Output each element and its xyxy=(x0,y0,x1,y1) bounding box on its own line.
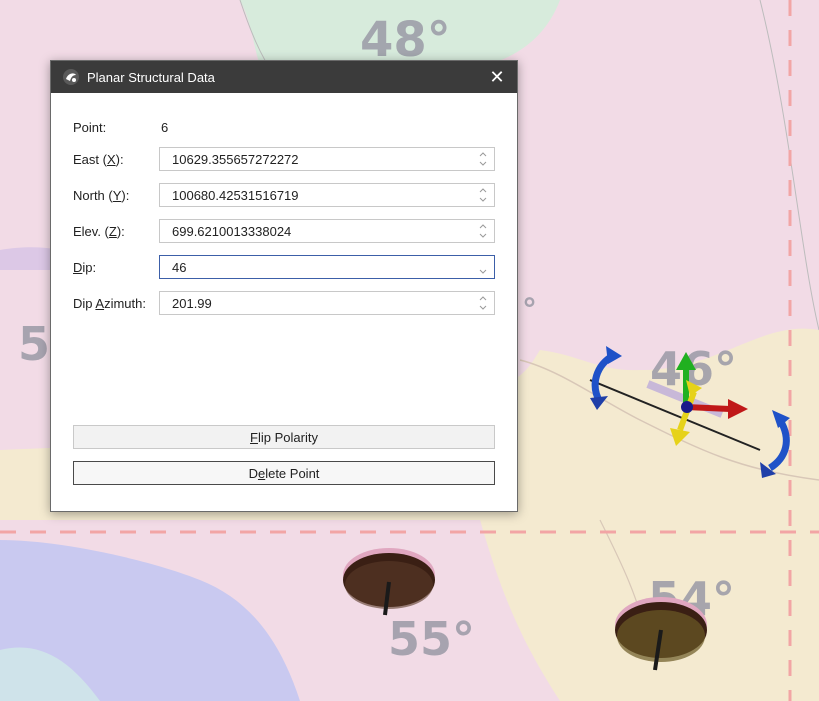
dip-azimuth-label: Dip Azimuth: xyxy=(73,295,146,311)
dip-field[interactable] xyxy=(159,255,495,279)
elev-row: Elev. (Z): xyxy=(73,219,495,243)
elev-input[interactable] xyxy=(160,221,476,241)
north-label: North (Y): xyxy=(73,187,130,203)
app-logo-icon xyxy=(63,69,79,85)
dip-label: ° xyxy=(522,293,537,328)
flip-polarity-button[interactable]: Flip Polarity xyxy=(73,425,495,449)
dip-azimuth-input[interactable] xyxy=(160,293,476,313)
east-input[interactable] xyxy=(160,149,476,169)
north-row: North (Y): xyxy=(73,183,495,207)
dip-azimuth-row: Dip Azimuth: xyxy=(73,291,495,315)
gizmo-center-icon[interactable] xyxy=(681,401,693,413)
spin-arrows-icon[interactable] xyxy=(478,186,488,204)
north-input[interactable] xyxy=(160,185,476,205)
point-label: Point: xyxy=(73,119,107,135)
elev-field[interactable] xyxy=(159,219,495,243)
point-value: 6 xyxy=(161,119,169,135)
dialog-titlebar[interactable]: Planar Structural Data ✕ xyxy=(51,61,517,93)
east-field[interactable] xyxy=(159,147,495,171)
dip-label: 55° xyxy=(388,612,475,666)
planar-structural-data-dialog: Planar Structural Data ✕ Point: 6 East (… xyxy=(50,60,518,512)
east-spinner[interactable] xyxy=(478,150,488,168)
elev-label: Elev. (Z): xyxy=(73,223,125,239)
delete-point-button[interactable]: De lete Point xyxy=(73,461,495,485)
spin-down-arrow-icon[interactable] xyxy=(478,258,488,276)
dip-azimuth-field[interactable] xyxy=(159,291,495,315)
dip-row: Dip: xyxy=(73,255,495,279)
spin-arrows-icon[interactable] xyxy=(478,150,488,168)
point-row: Point: 6 xyxy=(73,115,495,139)
dip-input[interactable] xyxy=(160,257,476,277)
north-field[interactable] xyxy=(159,183,495,207)
east-label: East (X): xyxy=(73,151,124,167)
dialog-title: Planar Structural Data xyxy=(87,69,215,85)
north-spinner[interactable] xyxy=(478,186,488,204)
dip-spinner[interactable] xyxy=(478,258,488,276)
dip-label: Dip: xyxy=(73,259,97,275)
east-row: East (X): xyxy=(73,147,495,171)
elev-spinner[interactable] xyxy=(478,222,488,240)
dip-azimuth-spinner[interactable] xyxy=(478,294,488,312)
spin-arrows-icon[interactable] xyxy=(478,222,488,240)
spin-arrows-icon[interactable] xyxy=(478,294,488,312)
dip-label: 5 xyxy=(18,317,50,371)
close-icon[interactable]: ✕ xyxy=(487,67,507,87)
